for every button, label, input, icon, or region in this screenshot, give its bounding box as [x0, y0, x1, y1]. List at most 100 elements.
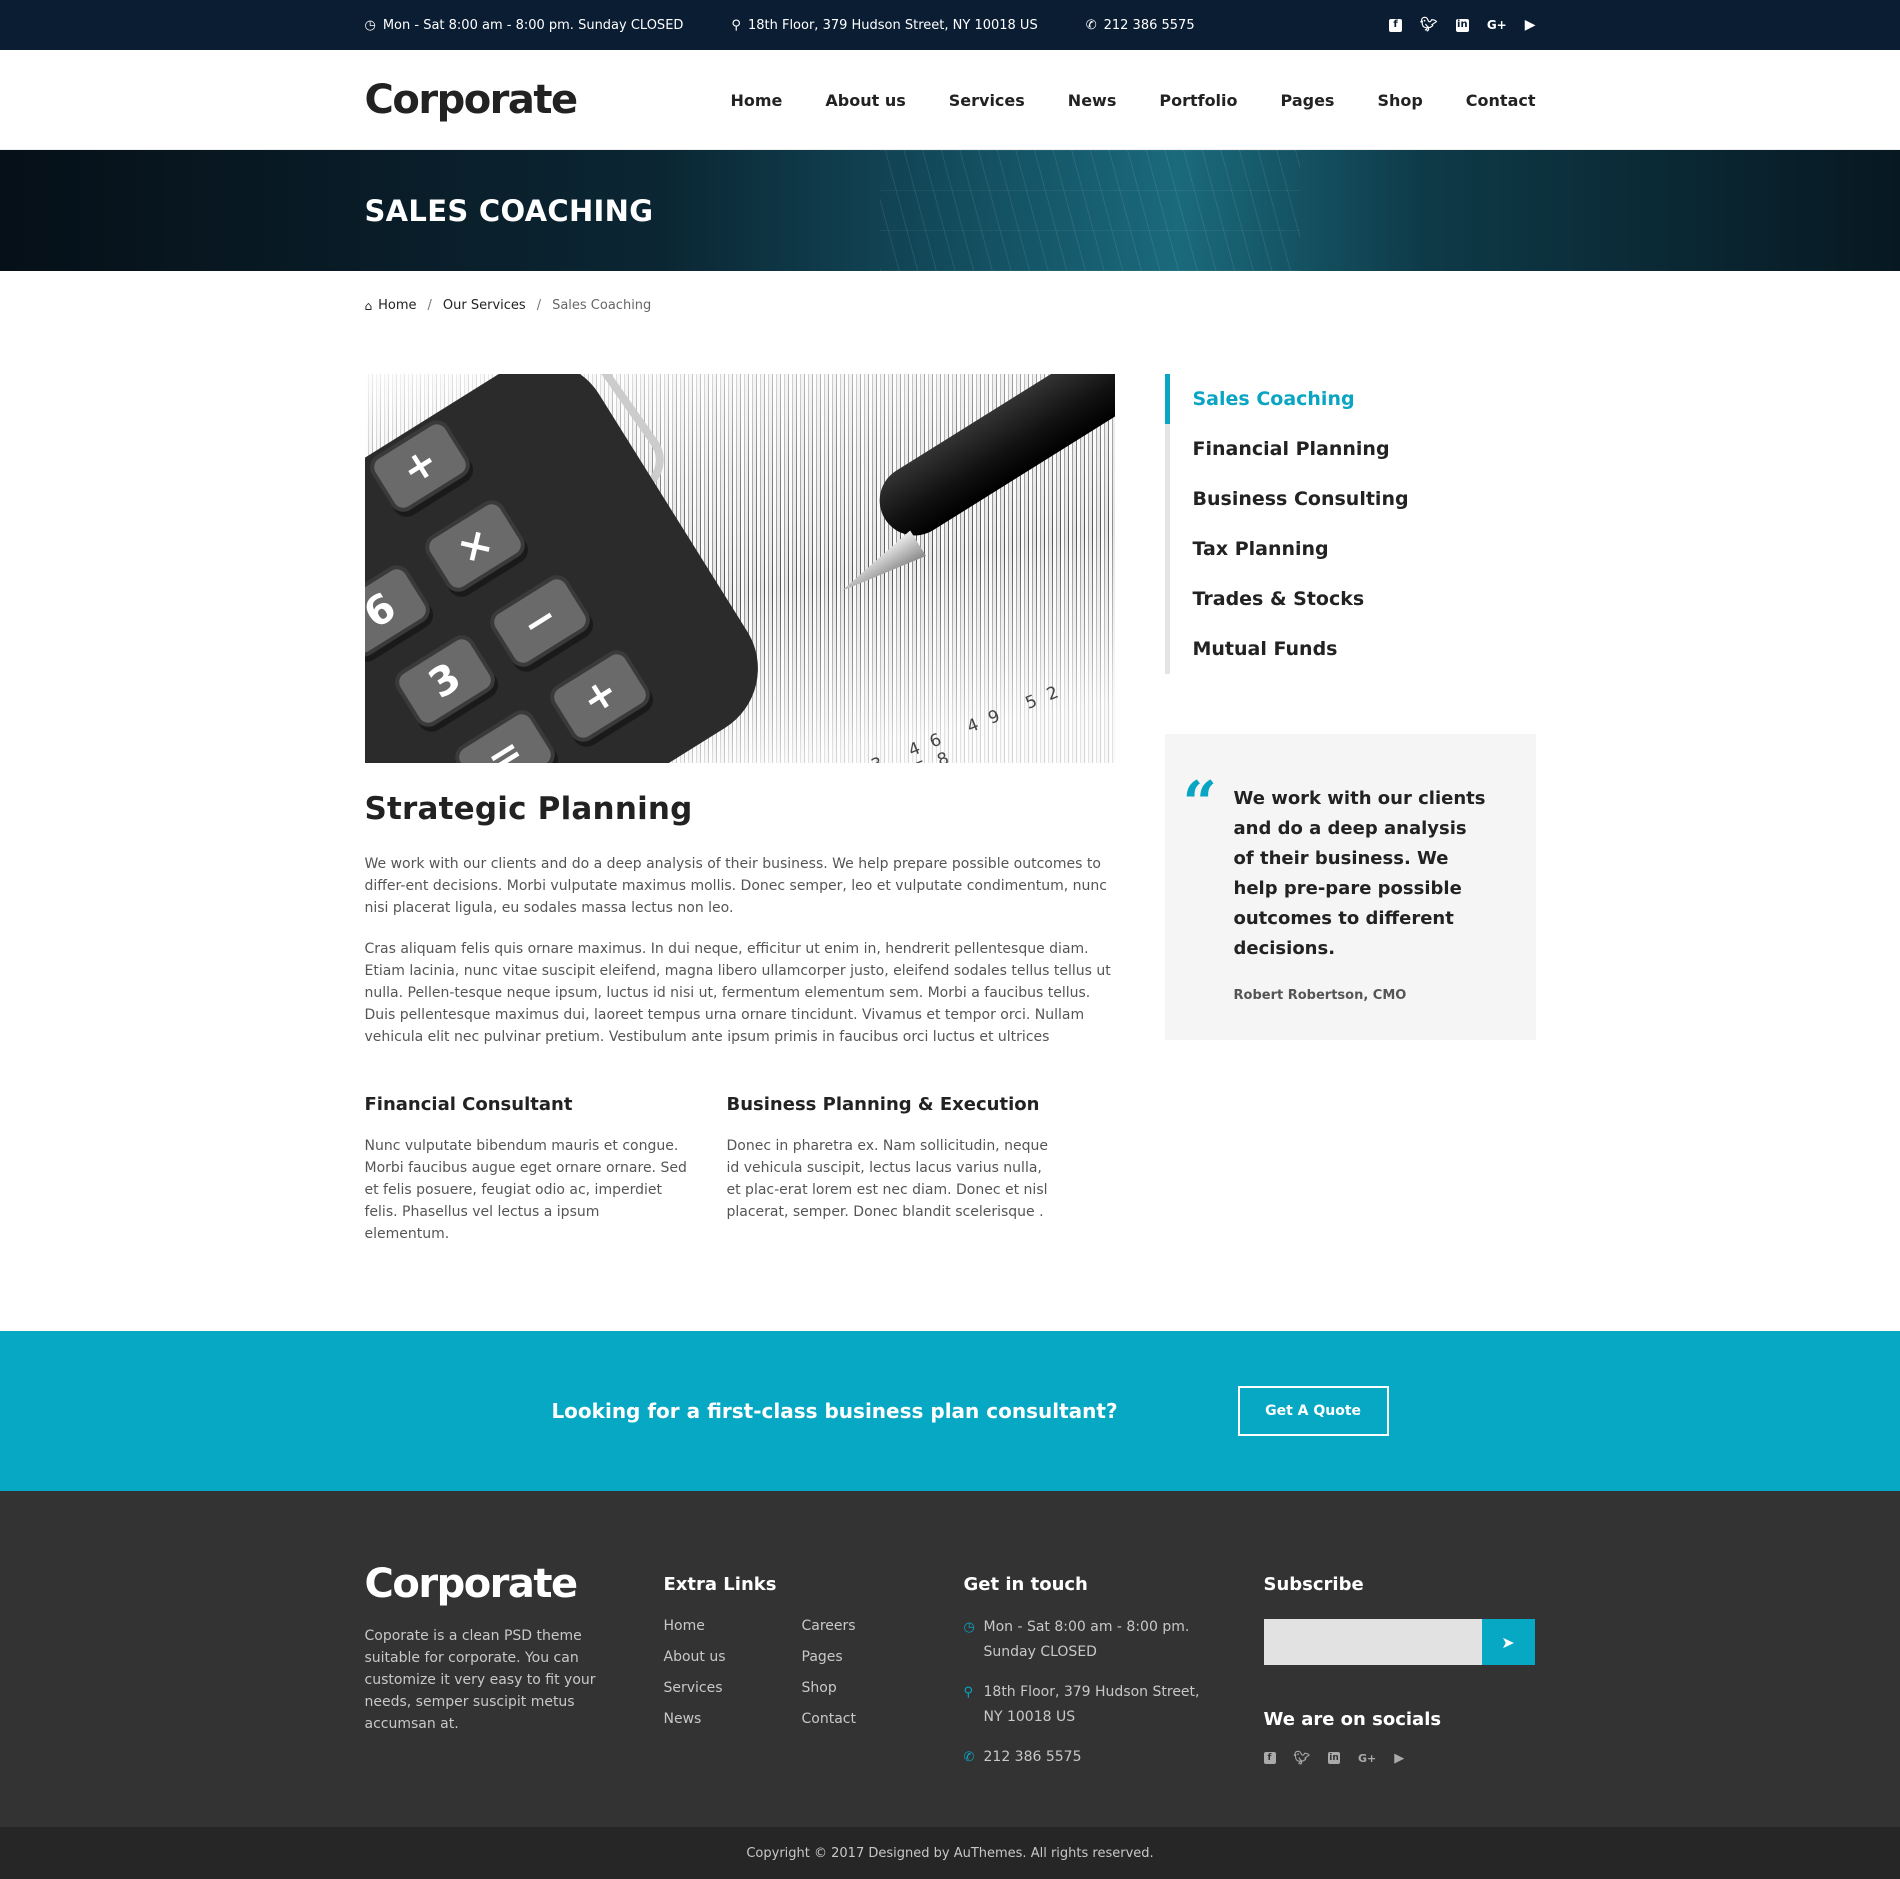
feature-title: Business Planning & Execution [726, 1094, 1040, 1115]
services-menu-item-sales-coaching[interactable]: Sales Coaching [1164, 374, 1536, 424]
twitter-icon[interactable]: 🐦︎ [1420, 18, 1438, 32]
footer-link-shop[interactable]: Shop [802, 1677, 940, 1699]
home-icon: ⌂ [364, 298, 373, 313]
clock-icon: ◷ [364, 17, 376, 33]
testimonial-quote: “ We work with our clients and do a deep… [1164, 734, 1536, 1040]
footer-socials-title: We are on socials [1263, 1709, 1442, 1730]
main-content: + × 6 − 3 + = 43 46 49 52 55 58 Strategi… [364, 374, 1115, 1245]
footer-hours-text: Mon - Sat 8:00 am - 8:00 pm. Sunday CLOS… [983, 1619, 1190, 1660]
breadcrumb-current: Sales Coaching [552, 298, 652, 313]
footer-address-text: 18th Floor, 379 Hudson Street, NY 10018 … [983, 1684, 1200, 1725]
nav-portfolio[interactable]: Portfolio [1159, 91, 1237, 110]
nav-about-us[interactable]: About us [825, 91, 905, 110]
facebook-icon[interactable]: f [1389, 18, 1403, 32]
clock-icon: ◷ [963, 1620, 975, 1635]
quote-author: Robert Robertson, CMO [1233, 988, 1407, 1003]
nav-home[interactable]: Home [730, 91, 782, 110]
phone-text: 212 386 5575 [1103, 17, 1195, 33]
footer-link-pages[interactable]: Pages [802, 1646, 940, 1668]
services-menu-item-tax-planning[interactable]: Tax Planning [1165, 524, 1536, 574]
call-to-action-band: Looking for a first-class business plan … [0, 1331, 1900, 1491]
feature-title: Financial Consultant [364, 1094, 573, 1115]
linkedin-icon[interactable]: in [1328, 1752, 1341, 1764]
footer-about: Corporate Coporate is a clean PSD theme … [365, 1561, 664, 1770]
page-title: SALES COACHING [364, 193, 654, 228]
footer-subscribe-title: Subscribe [1263, 1574, 1364, 1595]
google-plus-icon[interactable]: G+ [1358, 1752, 1376, 1765]
footer-link-careers[interactable]: Careers [802, 1615, 940, 1637]
youtube-icon[interactable]: ▶ [1394, 1751, 1404, 1766]
quote-text: We work with our clients and do a deep a… [1233, 788, 1486, 959]
copyright-bar: Copyright © 2017 Designed by AuThemes. A… [0, 1827, 1900, 1879]
breadcrumb-home[interactable]: Home [378, 298, 416, 313]
footer-extra-links: Extra Links Home Careers About us Pages … [664, 1561, 964, 1770]
address: ⚲ 18th Floor, 379 Hudson Street, NY 1001… [731, 18, 1037, 33]
footer-link-news[interactable]: News [664, 1708, 802, 1730]
feature-financial-consultant: Financial Consultant Nunc vulputate bibe… [365, 1094, 688, 1245]
services-menu-item-business-consulting[interactable]: Business Consulting [1165, 474, 1536, 524]
site-header: Corporate Home About us Services News Po… [0, 50, 1900, 150]
footer-link-about-us[interactable]: About us [664, 1646, 802, 1668]
footer-links-list: Home Careers About us Pages Services Sho… [664, 1615, 964, 1730]
opening-hours-text: Mon - Sat 8:00 am - 8:00 pm. Sunday CLOS… [382, 17, 684, 33]
services-menu: Sales Coaching Financial Planning Busine… [1164, 374, 1536, 674]
feature-business-planning: Business Planning & Execution Donec in p… [727, 1094, 1050, 1245]
paper-plane-icon: ➤ [1501, 1632, 1515, 1652]
twitter-icon[interactable]: 🐦︎ [1294, 1751, 1311, 1766]
footer-link-home[interactable]: Home [664, 1615, 802, 1637]
address-text: 18th Floor, 379 Hudson Street, NY 10018 … [747, 17, 1038, 33]
nav-contact[interactable]: Contact [1466, 91, 1536, 110]
top-social-links: f 🐦︎ in G+ ▶ [1389, 18, 1536, 32]
footer-link-services[interactable]: Services [664, 1677, 802, 1699]
map-marker-icon: ⚲ [731, 17, 741, 33]
youtube-icon[interactable]: ▶ [1525, 18, 1536, 32]
quote-icon: “ [1182, 769, 1218, 839]
phone: ✆ 212 386 5575 [1086, 18, 1195, 33]
services-menu-item-trades-stocks[interactable]: Trades & Stocks [1165, 574, 1536, 624]
subscribe-email-input[interactable] [1263, 1619, 1482, 1665]
breadcrumb-our-services[interactable]: Our Services [443, 298, 526, 313]
services-menu-item-financial-planning[interactable]: Financial Planning [1165, 424, 1536, 474]
google-plus-icon[interactable]: G+ [1487, 19, 1507, 32]
get-a-quote-button[interactable]: Get A Quote [1237, 1386, 1389, 1436]
cta-text: Looking for a first-class business plan … [551, 1399, 1118, 1423]
top-info-bar: ◷ Mon - Sat 8:00 am - 8:00 pm. Sunday CL… [0, 0, 1900, 50]
facebook-icon[interactable]: f [1263, 1752, 1276, 1764]
breadcrumb-separator: / [536, 298, 542, 313]
services-menu-item-mutual-funds[interactable]: Mutual Funds [1165, 624, 1536, 674]
subscribe-form: ➤ [1263, 1619, 1536, 1665]
copyright-text: Copyright © 2017 Designed by AuThemes. A… [746, 1845, 1154, 1861]
footer-links-title: Extra Links [663, 1574, 777, 1595]
linkedin-icon[interactable]: in [1455, 18, 1469, 32]
footer-contact-title: Get in touch [963, 1574, 1088, 1595]
nav-pages[interactable]: Pages [1281, 91, 1335, 110]
footer-subscribe: Subscribe ➤ We are on socials f 🐦︎ in G+… [1263, 1561, 1536, 1770]
feature-text: Nunc vulputate bibendum mauris et congue… [364, 1138, 687, 1242]
page-banner: SALES COACHING [0, 150, 1900, 271]
site-logo[interactable]: Corporate [365, 77, 579, 123]
footer-logo[interactable]: Corporate [365, 1561, 664, 1607]
body-paragraph: Cras aliquam felis quis ornare maximus. … [364, 941, 1111, 1045]
calculator-pen-image: + × 6 − 3 + = 43 46 49 52 55 58 [364, 374, 1115, 763]
feature-columns: Financial Consultant Nunc vulputate bibe… [365, 1094, 1115, 1245]
nav-shop[interactable]: Shop [1377, 91, 1422, 110]
section-title: Strategic Planning [364, 791, 693, 827]
footer-description: Coporate is a clean PSD theme suitable f… [364, 1628, 596, 1732]
footer-contact: Get in touch ◷ Mon - Sat 8:00 am - 8:00 … [964, 1561, 1264, 1770]
footer-address: ⚲ 18th Floor, 379 Hudson Street, NY 1001… [964, 1680, 1264, 1730]
footer-hours: ◷ Mon - Sat 8:00 am - 8:00 pm. Sunday CL… [964, 1615, 1264, 1665]
map-marker-icon: ⚲ [963, 1685, 974, 1700]
site-footer: Corporate Coporate is a clean PSD theme … [0, 1491, 1900, 1827]
subscribe-send-button[interactable]: ➤ [1481, 1619, 1535, 1665]
nav-news[interactable]: News [1068, 91, 1117, 110]
feature-text: Donec in pharetra ex. Nam sollicitudin, … [726, 1138, 1048, 1220]
sidebar: Sales Coaching Financial Planning Busine… [1164, 374, 1536, 1245]
phone-icon: ✆ [963, 1750, 975, 1765]
breadcrumb: ⌂ Home / Our Services / Sales Coaching [365, 271, 1536, 313]
footer-phone-text: 212 386 5575 [983, 1749, 1082, 1765]
nav-services[interactable]: Services [949, 91, 1025, 110]
footer-link-contact[interactable]: Contact [802, 1708, 940, 1730]
footer-phone: ✆ 212 386 5575 [964, 1745, 1264, 1770]
breadcrumb-separator: / [427, 298, 432, 313]
intro-paragraph: We work with our clients and do a deep a… [364, 856, 1107, 916]
